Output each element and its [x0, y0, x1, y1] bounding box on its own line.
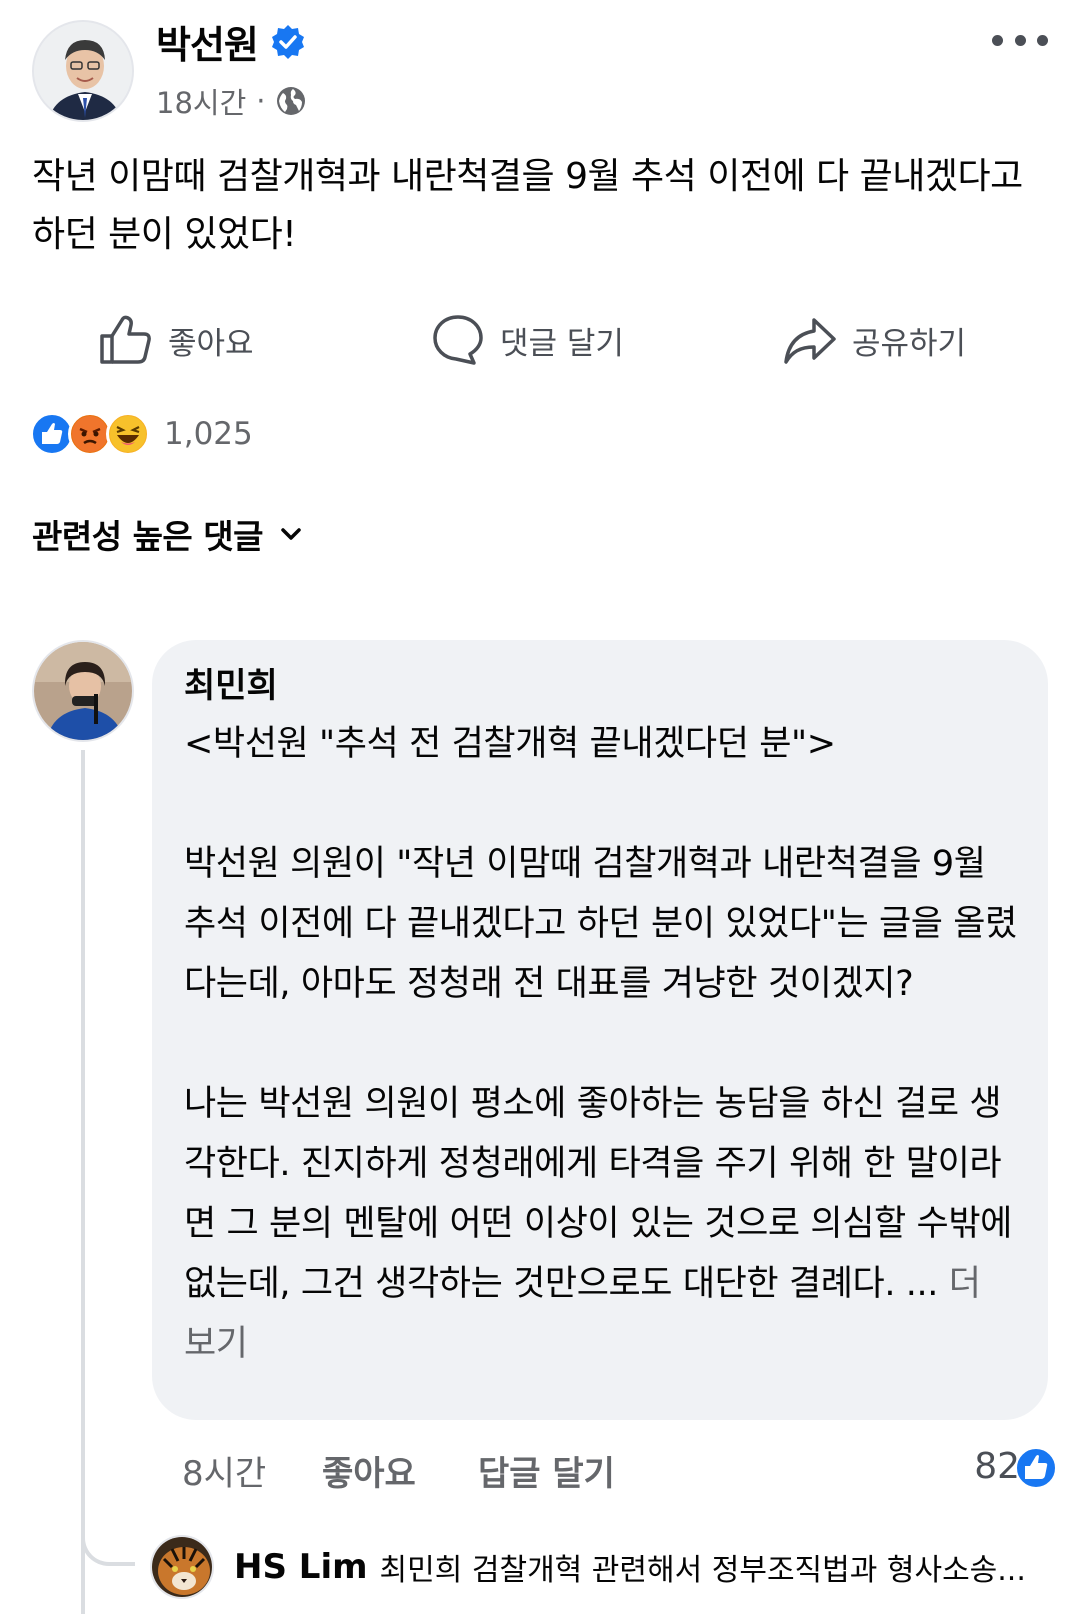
share-label: 공유하기 — [852, 325, 967, 362]
more-dot-icon — [992, 34, 1003, 46]
like-button[interactable]: 좋아요 — [98, 300, 254, 380]
comment-like-button[interactable]: 좋아요 — [322, 1446, 416, 1495]
meta-separator: · — [256, 84, 266, 118]
reply-preview[interactable]: HS Lim 최민희 검찰개혁 관련해서 정부조직법과 형사소송... — [150, 1534, 1050, 1600]
share-arrow-icon — [784, 318, 836, 364]
post-meta: 18시간 · — [156, 80, 307, 122]
post-author-name[interactable]: 박선원 — [156, 14, 259, 69]
like-reaction-icon — [1015, 1447, 1057, 1489]
comment-label: 댓글 달기 — [500, 325, 624, 362]
comment-sort-label: 관련성 높은 댓글 — [32, 517, 264, 556]
comment-button[interactable]: 댓글 달기 — [430, 300, 624, 380]
more-dot-icon — [1037, 34, 1048, 46]
chevron-down-icon — [281, 528, 301, 540]
comment-body: <박선원 "추석 전 검찰개혁 끝내겠다던 분"> 박선원 의원이 "작년 이맘… — [184, 724, 1017, 1304]
comment-reply-button[interactable]: 답글 달기 — [478, 1446, 615, 1495]
globe-icon — [277, 87, 306, 115]
reply-text: 최민희 검찰개혁 관련해서 정부조직법과 형사소송... — [379, 1553, 1026, 1588]
more-options-button[interactable] — [992, 20, 1048, 60]
comment-text: <박선원 "추석 전 검찰개혁 끝내겠다던 분"> 박선원 의원이 "작년 이맘… — [184, 714, 1018, 1374]
post-text: 작년 이맘때 검찰개혁과 내란척결을 9월 추석 이전에 다 끝내겠다고 하던 … — [32, 156, 1023, 255]
post-author-avatar[interactable] — [32, 20, 134, 122]
comment-author-name[interactable]: 최민희 — [184, 662, 1018, 710]
reply-author-avatar[interactable] — [150, 1535, 214, 1599]
comment-bubble-icon — [433, 315, 483, 365]
thread-branch-line — [81, 1500, 135, 1566]
post-action-bar: 좋아요 댓글 달기 공유하기 — [0, 300, 1080, 380]
comment-sort-dropdown[interactable]: 관련성 높은 댓글 — [32, 510, 305, 558]
reaction-summary[interactable]: 1,025 — [30, 410, 253, 458]
like-label: 좋아요 — [168, 325, 254, 362]
post-time[interactable]: 18시간 — [156, 80, 246, 122]
verified-badge-icon — [272, 25, 304, 59]
reply-author-name[interactable]: HS Lim — [234, 1547, 368, 1587]
comment-meta-row: 8시간 좋아요 답글 달기 82 — [0, 1446, 1080, 1506]
comment-time[interactable]: 8시간 — [182, 1446, 266, 1495]
reaction-count: 1,025 — [164, 416, 253, 452]
share-button[interactable]: 공유하기 — [782, 300, 966, 380]
haha-reaction-icon — [106, 412, 150, 456]
more-dot-icon — [1014, 34, 1026, 46]
thumbs-up-icon — [100, 315, 151, 364]
comment-bubble: 최민희 <박선원 "추석 전 검찰개혁 끝내겠다던 분"> 박선원 의원이 "작… — [152, 640, 1048, 1420]
comment-author-avatar[interactable] — [32, 640, 134, 742]
